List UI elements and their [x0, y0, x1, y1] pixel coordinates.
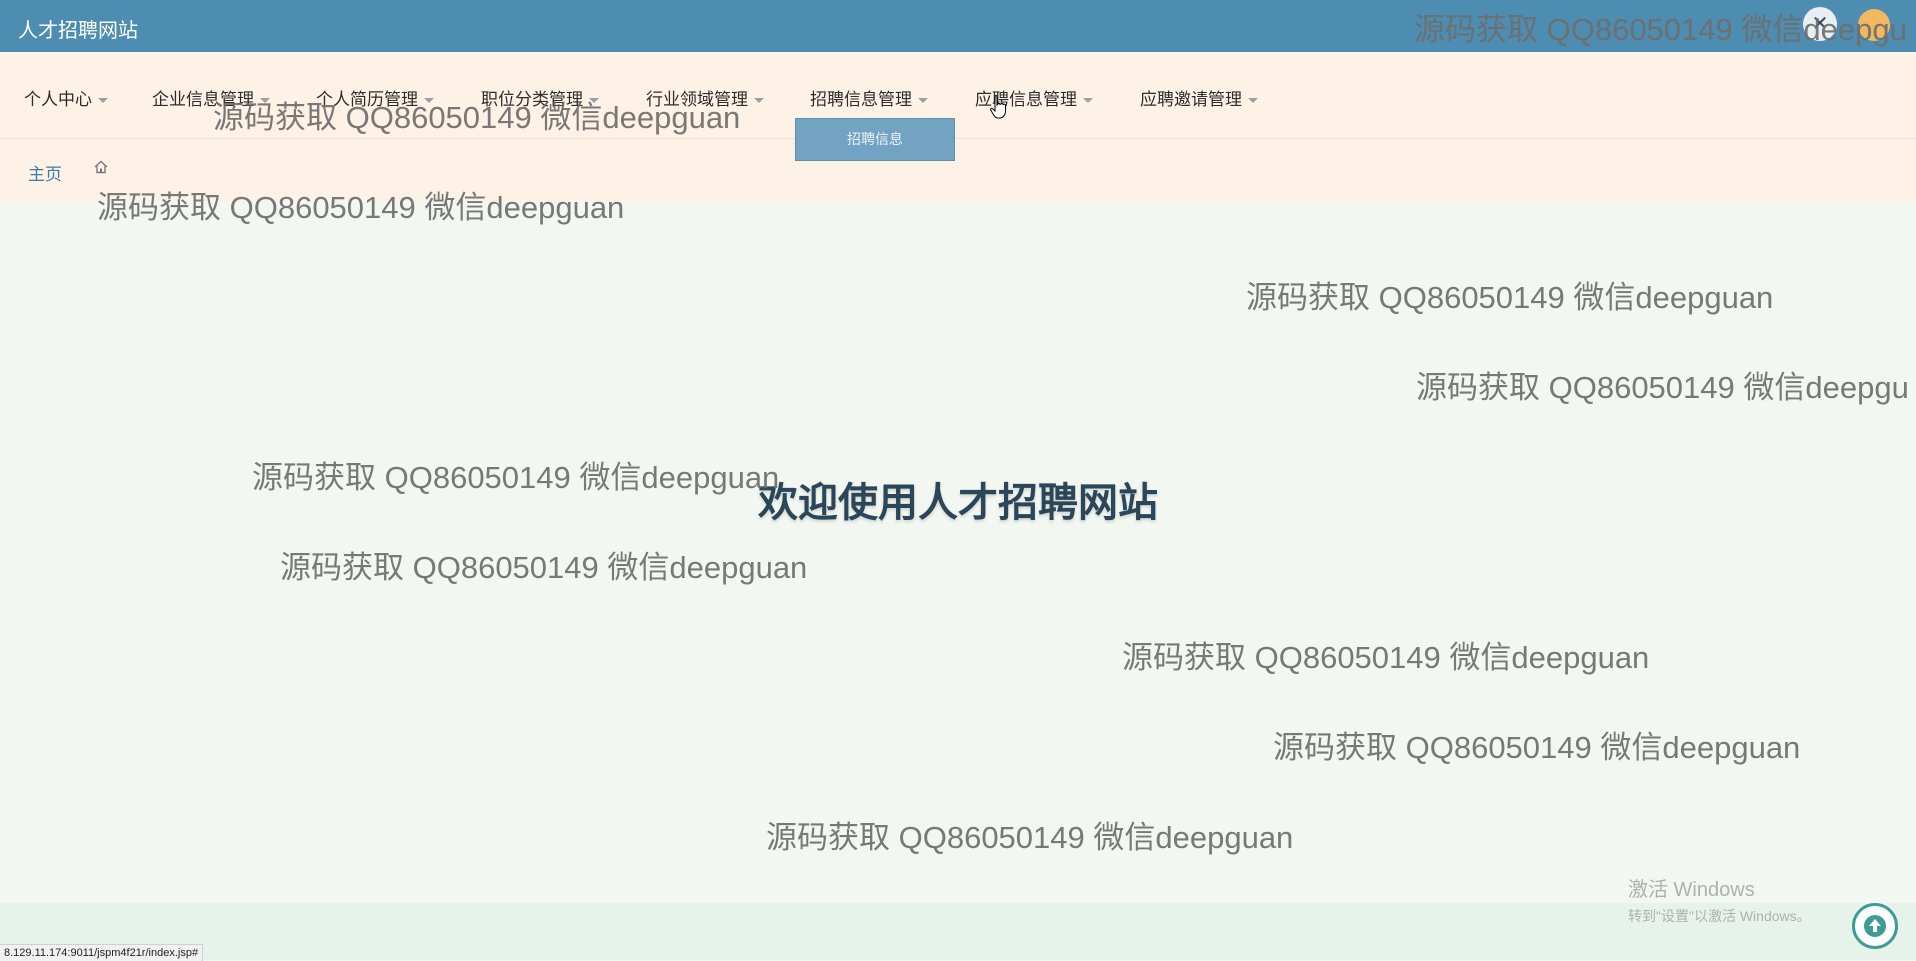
- watermark-text: 源码获取 QQ86050149 微信deepgu: [1414, 12, 1907, 47]
- chevron-down-icon: [1083, 98, 1093, 104]
- chevron-down-icon: [918, 98, 928, 104]
- breadcrumb-home-link[interactable]: 主页: [28, 160, 62, 185]
- chevron-down-icon: [1248, 98, 1258, 104]
- watermark-text: 源码获取 QQ86050149 微信deepguan: [252, 460, 780, 495]
- nav-item-label: 应聘邀请管理: [1140, 90, 1242, 109]
- chevron-down-icon: [754, 98, 764, 104]
- chevron-down-icon: [98, 98, 108, 104]
- back-to-top-button[interactable]: [1852, 903, 1898, 949]
- activation-subtitle: 转到"设置"以激活 Windows。: [1628, 908, 1811, 924]
- app-title: 人才招聘网站: [18, 20, 138, 42]
- watermark-text: 源码获取 QQ86050149 微信deepguan: [1122, 640, 1650, 675]
- nav-item-recruitment[interactable]: 招聘信息管理: [810, 85, 928, 110]
- windows-activation-notice: 激活 Windows 转到"设置"以激活 Windows。: [1628, 873, 1811, 926]
- watermark-text: 源码获取 QQ86050149 微信deepguan: [213, 100, 741, 135]
- watermark-text: 源码获取 QQ86050149 微信deepguan: [280, 550, 808, 585]
- activation-title: 激活 Windows: [1628, 879, 1755, 901]
- arrow-up-icon: [1864, 915, 1886, 937]
- status-bar-url: 8.129.11.174:9011/jspm4f21r/index.jsp#: [0, 944, 204, 961]
- nav-item-label: 个人中心: [24, 90, 92, 109]
- recruitment-dropdown-menu: 招聘信息: [795, 118, 955, 161]
- watermark-text: 源码获取 QQ86050149 微信deepguan: [1246, 280, 1774, 315]
- home-icon[interactable]: [93, 159, 109, 175]
- nav-item-label: 招聘信息管理: [810, 90, 912, 109]
- watermark-text: 源码获取 QQ86050149 微信deepguan: [1273, 730, 1801, 765]
- watermark-text: 源码获取 QQ86050149 微信deepgu: [1416, 370, 1909, 405]
- nav-item-invitation[interactable]: 应聘邀请管理: [1140, 85, 1258, 110]
- nav-item-personal-center[interactable]: 个人中心: [24, 85, 108, 110]
- watermark-text: 源码获取 QQ86050149 微信deepguan: [97, 190, 625, 225]
- dropdown-item-recruitment-info[interactable]: 招聘信息: [796, 119, 954, 160]
- hand-cursor-icon: [990, 96, 1006, 119]
- watermark-text: 源码获取 QQ86050149 微信deepguan: [766, 820, 1294, 855]
